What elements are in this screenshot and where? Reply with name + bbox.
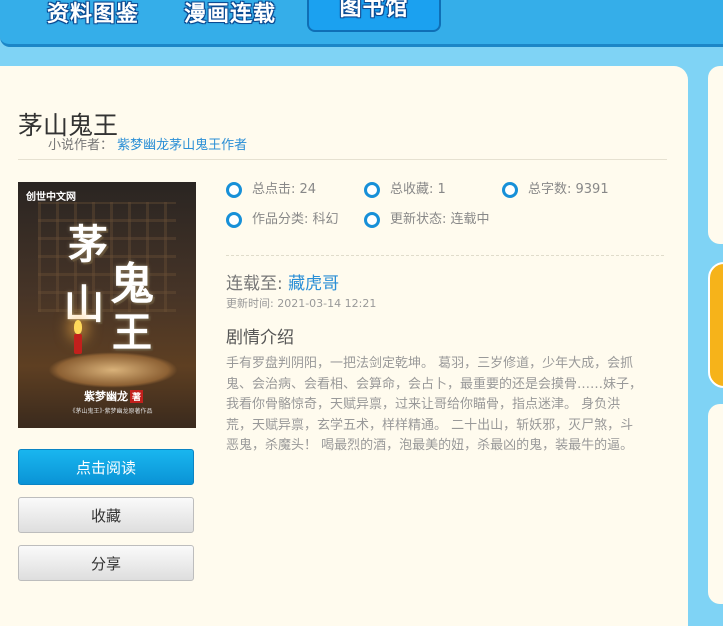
title-divider (18, 159, 667, 160)
cover-author-stamp: 著 (130, 390, 144, 403)
synopsis-text: 手有罗盘判阴阳，一把法剑定乾坤。 葛羽，三岁修道，少年大成，会抓鬼、会治病、会看… (226, 356, 643, 454)
bullet-ring-icon (226, 212, 242, 228)
latest-chapter-link[interactable]: 藏虎哥 (288, 274, 339, 294)
bullet-ring-icon (364, 182, 380, 198)
latest-chapter-label: 连载至: (226, 274, 283, 294)
bullet-ring-icon (364, 212, 380, 228)
bullet-ring-icon (226, 182, 242, 198)
stat-update-status: 更新状态: 连载中 (364, 211, 490, 229)
tab-comic-serial[interactable]: 漫画连载 (184, 0, 276, 28)
author-link[interactable]: 紫梦幽龙茅山鬼王作者 (117, 138, 247, 153)
cover-author-name: 紫梦幽龙 (84, 390, 128, 403)
cover-title-char: 茅 (68, 221, 108, 268)
book-cover[interactable]: 创世中文网 茅 鬼 山 王 紫梦幽龙著 《茅山鬼王》·紫梦幽龙原著作品 (18, 182, 196, 428)
synopsis-heading: 剧情介绍 (226, 328, 294, 348)
stat-total-clicks: 总点击: 24 (226, 181, 316, 199)
read-button[interactable]: 点击阅读 (18, 449, 194, 485)
stat-total-favorites: 总收藏: 1 (364, 181, 446, 199)
cover-title-char: 山 (64, 281, 104, 328)
stats-divider (226, 255, 664, 256)
tab-data-gallery[interactable]: 资料图鉴 (47, 0, 139, 28)
latest-chapter-row: 连载至: 藏虎哥 (226, 269, 339, 294)
top-nav: 资料图鉴 漫画连载 图书馆 (0, 0, 723, 47)
cover-title-char: 王 (112, 309, 152, 356)
stat-category: 作品分类: 科幻 (226, 211, 339, 229)
book-detail-card: 茅山鬼王 小说作者： 紫梦幽龙茅山鬼王作者 创世中文网 茅 鬼 山 王 紫梦幽龙… (0, 66, 688, 626)
side-mascot-badge[interactable] (708, 262, 723, 388)
candle-flame-icon (74, 320, 82, 334)
side-panel-top (708, 66, 723, 244)
stat-text: 更新状态: 连载中 (390, 212, 490, 227)
cover-author: 紫梦幽龙著 (84, 388, 144, 404)
author-label: 小说作者： (48, 138, 114, 153)
cover-publisher-logo: 创世中文网 (26, 192, 76, 203)
favorite-button[interactable]: 收藏 (18, 497, 194, 533)
cover-note: 《茅山鬼王》·紫梦幽龙原著作品 (69, 408, 153, 415)
author-row: 小说作者： 紫梦幽龙茅山鬼王作者 (48, 134, 247, 153)
side-panel-bottom (708, 404, 723, 604)
update-time: 更新时间: 2021-03-14 12:21 (226, 297, 377, 310)
stat-text: 作品分类: 科幻 (252, 212, 339, 227)
cover-table-illustration (48, 352, 178, 388)
candle-icon (74, 334, 82, 354)
bullet-ring-icon (502, 182, 518, 198)
stat-total-words: 总字数: 9391 (502, 181, 609, 199)
share-button[interactable]: 分享 (18, 545, 194, 581)
tab-library[interactable]: 图书馆 (307, 0, 441, 32)
